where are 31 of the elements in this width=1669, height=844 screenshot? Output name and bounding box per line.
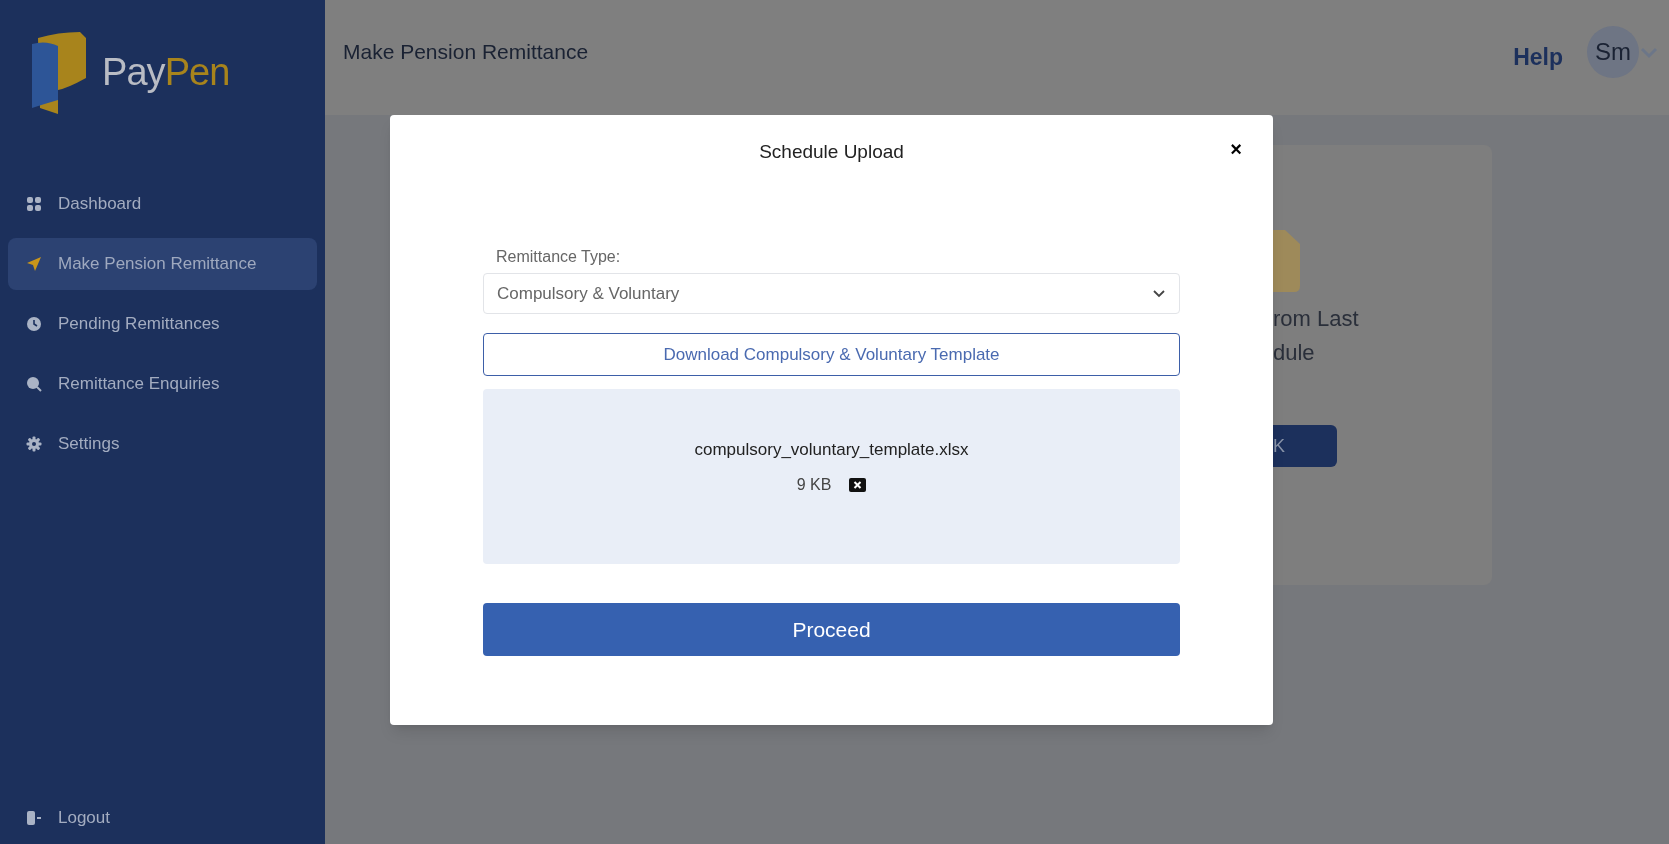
clock-icon bbox=[26, 316, 42, 332]
file-size: 9 KB bbox=[796, 474, 832, 495]
file-drop-area[interactable]: compulsory_voluntary_template.xlsx 9 KB bbox=[483, 389, 1180, 564]
sidebar-item[interactable]: Remittance Enquiries bbox=[8, 358, 317, 410]
paper-plane-icon bbox=[26, 256, 42, 272]
file-name: compulsory_voluntary_template.xlsx bbox=[694, 439, 969, 461]
page-title: Make Pension Remittance bbox=[343, 39, 589, 65]
modal-title: Schedule Upload bbox=[759, 140, 904, 165]
settings-icon bbox=[26, 436, 42, 452]
sidebar-item[interactable]: Make Pension Remittance bbox=[8, 238, 317, 290]
close-button[interactable]: × bbox=[1230, 139, 1242, 159]
chevron-down-icon bbox=[1152, 288, 1166, 299]
remove-file-icon[interactable] bbox=[849, 477, 867, 492]
proceed-button[interactable]: Proceed bbox=[483, 603, 1180, 656]
field-label: Remittance Type: bbox=[495, 247, 622, 267]
logout-icon bbox=[26, 810, 42, 826]
sidebar-item[interactable]: Settings bbox=[8, 418, 317, 470]
search-icon bbox=[26, 376, 42, 392]
sidebar-item[interactable]: Pending Remittances bbox=[8, 298, 317, 350]
card-text: dule bbox=[1273, 339, 1316, 367]
download-template-button[interactable]: Download Compulsory & Voluntary Template bbox=[483, 333, 1180, 376]
logo-text: PayPen bbox=[102, 49, 230, 95]
card-text: rom Last bbox=[1273, 305, 1360, 333]
help-link[interactable]: Help bbox=[1513, 40, 1563, 75]
remittance-type-select[interactable]: Compulsory & Voluntary bbox=[483, 273, 1180, 314]
avatar[interactable]: Sm bbox=[1587, 26, 1639, 78]
sidebar-item[interactable]: Dashboard bbox=[8, 178, 317, 230]
grid-icon bbox=[26, 196, 42, 212]
logout-item[interactable]: Logout bbox=[8, 800, 317, 836]
card-button[interactable]: K bbox=[1273, 425, 1337, 467]
file-icon bbox=[1273, 230, 1300, 292]
